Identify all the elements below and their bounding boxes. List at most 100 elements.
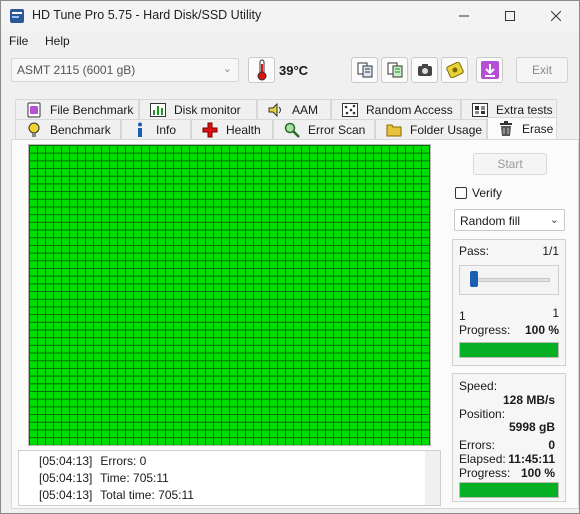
screenshot-button[interactable] [411, 57, 438, 83]
menu-help[interactable]: Help [45, 34, 70, 48]
log-time: [05:04:13] [39, 454, 93, 468]
tab-folder-usage[interactable]: Folder Usage [375, 119, 487, 139]
copy-all-button[interactable] [381, 57, 408, 83]
toolbar: ASMT 2115 (6001 gB) ⌄ 39°C Exit [1, 51, 579, 93]
tab-label: File Benchmark [50, 102, 134, 117]
app-window: HD Tune Pro 5.75 - Hard Disk/SSD Utility… [0, 0, 580, 514]
magnifier-icon [284, 122, 300, 138]
tab-disk-monitor[interactable]: Disk monitor [139, 99, 257, 119]
position-label: Position: [459, 407, 506, 421]
stats-group: Speed: 128 MB/s Position: 5998 gB Errors… [452, 373, 566, 502]
download-arrow-icon [480, 61, 499, 79]
tab-aam[interactable]: AAM [257, 99, 331, 119]
log-message: Errors: 0 [100, 454, 147, 468]
progress-fill [460, 343, 558, 357]
chevron-down-icon: ⌄ [549, 214, 559, 226]
tab-benchmark[interactable]: Benchmark [15, 119, 121, 139]
menu-bar: File Help [1, 31, 579, 51]
clipboard-icon [387, 62, 402, 78]
speaker-icon [268, 102, 284, 118]
options-button[interactable] [441, 57, 468, 83]
minimize-button[interactable] [441, 1, 487, 31]
slider-thumb[interactable] [470, 271, 478, 287]
errors-label: Errors: [459, 438, 495, 452]
total-progress-value: 100 % [520, 466, 555, 480]
bar-chart-icon [150, 102, 166, 118]
temperature-button[interactable] [248, 57, 275, 83]
checkbox-box[interactable] [455, 187, 467, 199]
total-progress-label: Progress: [459, 466, 511, 480]
folder-icon [386, 122, 402, 138]
save-button[interactable] [476, 57, 503, 83]
log-row: [05:04:13] Total time: 705:11 [39, 488, 194, 502]
file-benchmark-icon [26, 102, 42, 118]
slider-track [470, 278, 550, 282]
camera-icon [417, 64, 432, 76]
log-message: Time: 705:11 [100, 471, 169, 485]
pass-progress-value: 100 % [524, 323, 559, 337]
log-time: [05:04:13] [39, 488, 93, 502]
log-time: [05:04:13] [39, 471, 93, 485]
elapsed-value: 11:45:11 [508, 452, 555, 466]
exit-button[interactable]: Exit [516, 57, 568, 83]
pass-progress-bar [459, 342, 559, 358]
disk-options-icon [445, 62, 464, 78]
tab-error-scan[interactable]: Error Scan [273, 119, 375, 139]
errors-value: 0 [548, 438, 555, 452]
tab-info[interactable]: Info [121, 119, 191, 139]
verify-checkbox[interactable]: Verify [455, 186, 502, 200]
start-button[interactable]: Start [473, 153, 547, 175]
drive-select[interactable]: ASMT 2115 (6001 gB) ⌄ [11, 58, 239, 82]
pass-label: Pass: [459, 244, 490, 258]
close-button[interactable] [533, 1, 579, 31]
drive-select-value: ASMT 2115 (6001 gB) [17, 63, 136, 77]
tab-label: Extra tests [496, 102, 553, 117]
tab-label: Info [156, 122, 177, 137]
speed-value: 128 MB/s [502, 393, 555, 407]
tab-label: Benchmark [50, 122, 111, 137]
window-title: HD Tune Pro 5.75 - Hard Disk/SSD Utility [32, 8, 262, 22]
log-message: Total time: 705:11 [100, 488, 194, 502]
elapsed-label: Elapsed: [459, 452, 506, 466]
tab-health[interactable]: Health [191, 119, 273, 139]
log-scrollbar[interactable] [425, 451, 440, 505]
maximize-icon [505, 11, 515, 21]
pass-value: 1/1 [542, 244, 559, 258]
tab-file-benchmark[interactable]: File Benchmark [15, 99, 139, 119]
pass-min: 1 [459, 309, 466, 323]
speed-label: Speed: [459, 379, 498, 393]
block-map [28, 144, 431, 446]
pass-max: 1 [552, 306, 559, 320]
chevron-down-icon: ⌄ [222, 63, 232, 75]
tab-label: AAM [292, 102, 319, 117]
maximize-button[interactable] [487, 1, 533, 31]
app-logo-icon [10, 9, 24, 23]
health-cross-icon [202, 122, 218, 138]
temperature-value: 39°C [279, 63, 309, 78]
tab-random-access[interactable]: Random Access [331, 99, 461, 119]
thermometer-icon [257, 59, 266, 81]
title-bar[interactable]: HD Tune Pro 5.75 - Hard Disk/SSD Utility [1, 1, 579, 31]
fill-mode-select[interactable]: Random fill ⌄ [454, 209, 565, 231]
tab-extra-tests[interactable]: Extra tests [461, 99, 557, 119]
minimize-icon [459, 15, 469, 17]
pass-slider[interactable] [459, 265, 559, 295]
progress-fill [460, 483, 558, 497]
random-access-icon [342, 102, 358, 118]
trash-icon [498, 121, 514, 137]
tab-label: Erase [522, 122, 554, 136]
position-value: 5998 gB [508, 420, 555, 434]
pass-progress-label: Progress: [459, 323, 511, 337]
close-icon [551, 11, 561, 21]
total-progress-bar [459, 482, 559, 498]
block-map-grid [29, 145, 430, 445]
pass-group: Pass: 1/1 1 1 Progress: 100 % [452, 239, 566, 366]
erase-panel: [05:04:13] Errors: 0 [05:04:13] Time: 70… [11, 139, 579, 509]
fill-mode-value: Random fill [460, 214, 521, 228]
copy-info-button[interactable] [351, 57, 378, 83]
log-row: [05:04:13] Time: 705:11 [39, 471, 169, 485]
menu-file[interactable]: File [9, 34, 28, 48]
verify-label: Verify [472, 186, 503, 200]
tab-erase[interactable]: Erase [487, 117, 557, 140]
tab-label: Error Scan [308, 122, 366, 137]
